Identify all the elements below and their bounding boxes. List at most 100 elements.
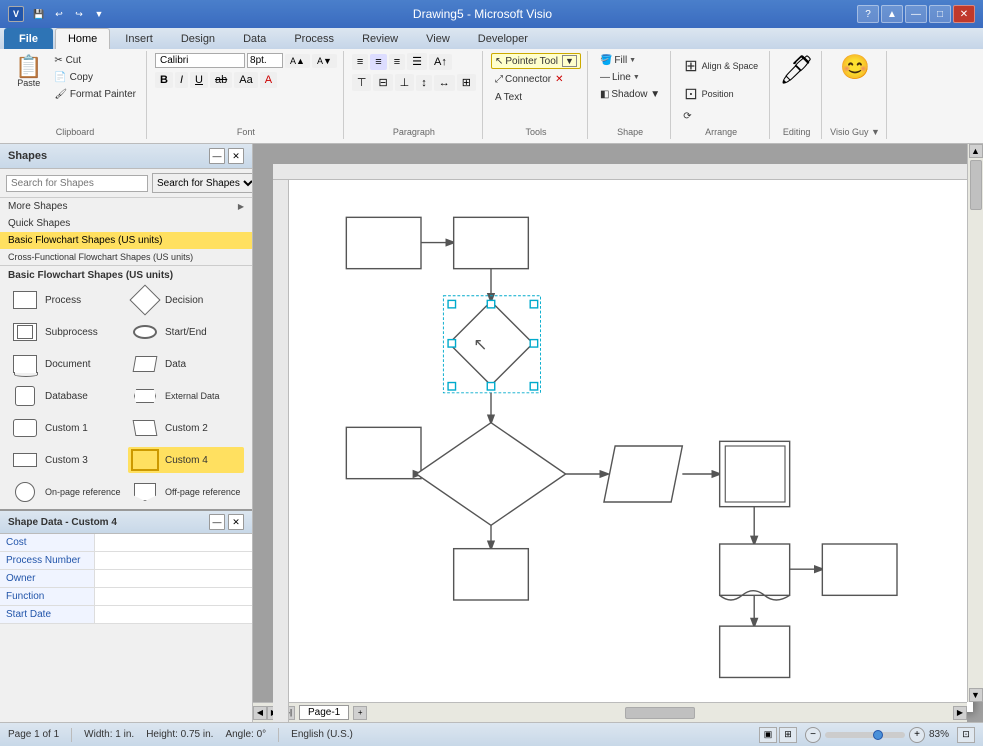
- vertical-scrollbar[interactable]: ▲ ▼: [967, 144, 983, 702]
- drawing-canvas[interactable]: ↖: [289, 180, 973, 712]
- shape-data-close-btn[interactable]: ✕: [228, 514, 244, 530]
- scroll-down-btn[interactable]: ▼: [969, 688, 983, 702]
- shadow-button[interactable]: ◧ Shadow ▼: [596, 87, 664, 102]
- cut-button[interactable]: ✂ Cut: [50, 53, 140, 68]
- valign-top-btn[interactable]: ⊤: [352, 74, 372, 91]
- increase-indent-btn[interactable]: A↑: [429, 54, 452, 70]
- page-tab-btn[interactable]: Page-1: [299, 705, 349, 720]
- pointer-tool-button[interactable]: ↖ Pointer Tool ▼: [491, 53, 581, 69]
- align-space-button[interactable]: ⊞ Align & Space: [679, 53, 763, 79]
- shape-custom1[interactable]: Custom 1: [8, 415, 124, 441]
- hscroll-right-btn[interactable]: ▶: [953, 706, 967, 720]
- process-number-value[interactable]: [95, 552, 252, 569]
- shape-custom4[interactable]: Custom 4: [128, 447, 244, 473]
- strikethrough-btn[interactable]: ab: [210, 72, 232, 88]
- increase-font-btn[interactable]: A▲: [285, 54, 310, 68]
- shape-database[interactable]: Database: [8, 383, 124, 409]
- line-button[interactable]: — Line ▼: [596, 70, 644, 85]
- valign-bot-btn[interactable]: ⊥: [395, 74, 415, 91]
- tab-insert[interactable]: Insert: [112, 28, 166, 49]
- text-dir-btn[interactable]: ↔: [434, 75, 455, 91]
- zoom-slider[interactable]: [825, 732, 905, 738]
- qa-undo-btn[interactable]: ↩: [50, 5, 68, 23]
- more-shapes-menu-item[interactable]: More Shapes ▶: [0, 198, 252, 215]
- list-btn[interactable]: ☰: [407, 53, 427, 70]
- tab-data[interactable]: Data: [230, 28, 279, 49]
- scroll-thumb-h[interactable]: [625, 707, 695, 719]
- tab-home[interactable]: Home: [55, 28, 110, 49]
- zoom-out-btn[interactable]: −: [805, 727, 821, 743]
- shape-data-minimize-btn[interactable]: —: [209, 514, 225, 530]
- fit-page-btn[interactable]: ⊡: [957, 727, 975, 743]
- quick-shapes-menu-item[interactable]: Quick Shapes: [0, 215, 252, 232]
- view-normal-btn[interactable]: ▣: [759, 727, 777, 743]
- sidebar-minimize-btn[interactable]: —: [209, 148, 225, 164]
- align-right-btn[interactable]: ≡: [389, 54, 405, 70]
- tab-design[interactable]: Design: [168, 28, 228, 49]
- fill-button[interactable]: 🪣 Fill ▼: [596, 53, 640, 68]
- sidebar-close-btn[interactable]: ✕: [228, 148, 244, 164]
- search-input[interactable]: [6, 175, 148, 192]
- close-btn[interactable]: ✕: [953, 5, 975, 23]
- basic-flowchart-menu-item[interactable]: Basic Flowchart Shapes (US units): [0, 232, 252, 249]
- shape-startend[interactable]: Start/End: [128, 319, 244, 345]
- function-value[interactable]: [95, 588, 252, 605]
- paste-button[interactable]: 📋 Paste: [10, 53, 47, 102]
- shape-process[interactable]: Process: [8, 287, 124, 313]
- rotate-button[interactable]: ⟳: [679, 109, 695, 124]
- ribbon-toggle-btn[interactable]: ▲: [881, 5, 903, 23]
- italic-btn[interactable]: I: [175, 72, 188, 88]
- horizontal-scrollbar[interactable]: ◀ ▶ ▶| Page-1 + ▶: [253, 702, 967, 722]
- shape-document[interactable]: Document: [8, 351, 124, 377]
- text-tool-button[interactable]: A Text: [491, 90, 526, 105]
- owner-value[interactable]: [95, 570, 252, 587]
- align-center-btn[interactable]: ≡: [370, 54, 386, 70]
- tab-view[interactable]: View: [413, 28, 463, 49]
- tab-file[interactable]: File: [4, 28, 53, 49]
- line-spacing-btn[interactable]: ↕: [416, 75, 432, 91]
- valign-mid-btn[interactable]: ⊟: [373, 74, 392, 91]
- page-prev-btn[interactable]: ◀: [253, 706, 267, 720]
- qa-save-btn[interactable]: 💾: [30, 5, 48, 23]
- cost-value[interactable]: [95, 534, 252, 551]
- font-family-input[interactable]: [155, 53, 245, 68]
- shape-custom3[interactable]: Custom 3: [8, 447, 124, 473]
- shape-subprocess[interactable]: Subprocess: [8, 319, 124, 345]
- connector-tool-button[interactable]: ⤢ Connector ✕: [491, 72, 568, 87]
- shape-external-data[interactable]: External Data: [128, 383, 244, 409]
- format-painter-button[interactable]: 🖌 Format Painter: [50, 87, 140, 102]
- zoom-in-btn[interactable]: +: [909, 727, 925, 743]
- pointer-dropdown[interactable]: ▼: [562, 55, 577, 67]
- help-btn[interactable]: ?: [857, 5, 879, 23]
- shape-offpage[interactable]: Off-page reference: [128, 479, 244, 505]
- tab-review[interactable]: Review: [349, 28, 411, 49]
- shape-custom2[interactable]: Custom 2: [128, 415, 244, 441]
- tab-process[interactable]: Process: [281, 28, 347, 49]
- qa-more-btn[interactable]: ▼: [90, 5, 108, 23]
- search-dropdown[interactable]: Search for Shapes: [152, 173, 253, 193]
- font-color-btn[interactable]: A: [260, 72, 277, 88]
- decrease-font-btn[interactable]: A▼: [312, 54, 337, 68]
- shape-data[interactable]: Data: [128, 351, 244, 377]
- copy-button[interactable]: 📄 Copy: [50, 70, 140, 85]
- minimize-btn[interactable]: —: [905, 5, 927, 23]
- bold-btn[interactable]: B: [155, 72, 173, 88]
- canvas-area[interactable]: ↖: [253, 144, 983, 722]
- view-grid-btn[interactable]: ⊞: [779, 727, 797, 743]
- font-case-btn[interactable]: Aa: [234, 72, 257, 88]
- shape-onpage[interactable]: On-page reference: [8, 479, 124, 505]
- shape-decision[interactable]: Decision: [128, 287, 244, 313]
- font-size-input[interactable]: [247, 53, 283, 68]
- maximize-btn[interactable]: □: [929, 5, 951, 23]
- scroll-thumb-v[interactable]: [970, 160, 982, 210]
- cross-functional-menu-item[interactable]: Cross-Functional Flowchart Shapes (US un…: [0, 249, 252, 265]
- tab-developer[interactable]: Developer: [465, 28, 541, 49]
- scroll-up-btn[interactable]: ▲: [969, 144, 983, 158]
- col-btn[interactable]: ⊞: [457, 74, 476, 91]
- startdate-value[interactable]: [95, 606, 252, 623]
- page-add-btn[interactable]: +: [353, 706, 367, 720]
- position-button[interactable]: ⊡ Position: [679, 81, 738, 107]
- align-left-btn[interactable]: ≡: [352, 54, 368, 70]
- underline-btn[interactable]: U: [190, 72, 208, 88]
- qa-redo-btn[interactable]: ↪: [70, 5, 88, 23]
